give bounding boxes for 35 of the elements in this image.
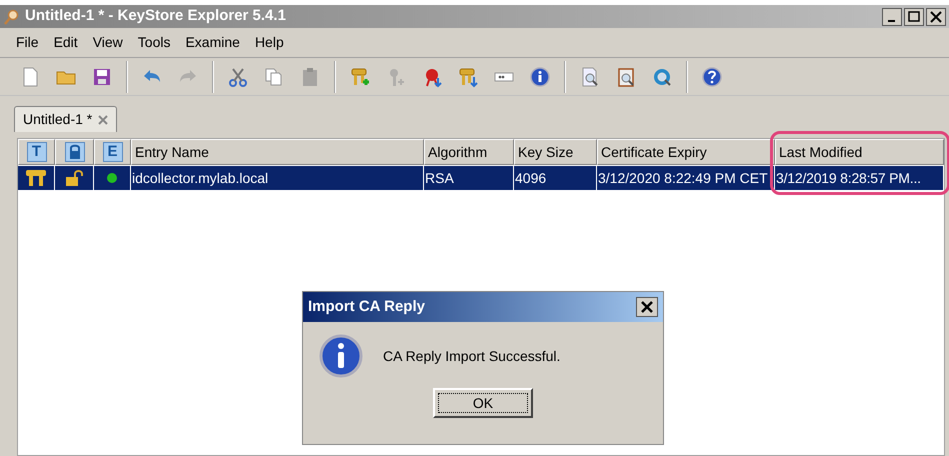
window-title: Untitled-1 * - KeyStore Explorer 5.4.1: [25, 6, 286, 26]
column-header[interactable]: Entry Name: [131, 139, 424, 165]
column-header[interactable]: E: [94, 139, 131, 165]
ok-button[interactable]: OK: [433, 388, 533, 418]
maximize-icon[interactable]: [904, 8, 924, 26]
column-header[interactable]: Algorithm: [424, 139, 514, 165]
menu-item[interactable]: Edit: [54, 32, 78, 53]
info-icon[interactable]: [529, 66, 551, 88]
document-tab[interactable]: Untitled-1 *: [14, 106, 118, 132]
table-cell-text: 3/12/2019 8:28:57 PM...: [776, 168, 921, 188]
column-header[interactable]: Certificate Expiry: [597, 139, 775, 165]
close-icon[interactable]: [636, 297, 658, 317]
help-icon[interactable]: [701, 66, 723, 88]
info-icon: [319, 334, 363, 378]
keys-download-icon[interactable]: [457, 66, 479, 88]
scissors-icon[interactable]: [227, 66, 249, 88]
keys-add-icon[interactable]: [349, 66, 371, 88]
column-header[interactable]: T: [18, 139, 55, 165]
table-cell-text: 4096: [515, 168, 546, 188]
close-icon[interactable]: [926, 8, 946, 26]
menu-item[interactable]: Tools: [138, 32, 170, 53]
table-cell-text: idcollector.mylab.local: [132, 168, 268, 188]
column-header[interactable]: Last Modified: [775, 139, 944, 165]
table-cell-text: RSA: [425, 168, 454, 188]
menu-item[interactable]: Examine: [185, 32, 240, 53]
dialog-title: Import CA Reply: [308, 296, 425, 317]
dialog-message: CA Reply Import Successful.: [383, 346, 560, 366]
minimize-icon[interactable]: [882, 8, 902, 26]
padlock-icon: [64, 142, 84, 162]
menu-item[interactable]: Help: [254, 32, 284, 53]
menu-item[interactable]: View: [92, 32, 123, 53]
column-header[interactable]: Key Size: [514, 139, 597, 165]
table-cell-text: 3/12/2020 8:22:49 PM CET: [598, 168, 768, 188]
menu-item[interactable]: File: [16, 32, 39, 53]
table-row[interactable]: idcollector.mylab.local RSA 4096 3/12/2020 8:22:49 PM CET 3/12/2019 8:28:57 PM...: [18, 166, 944, 190]
